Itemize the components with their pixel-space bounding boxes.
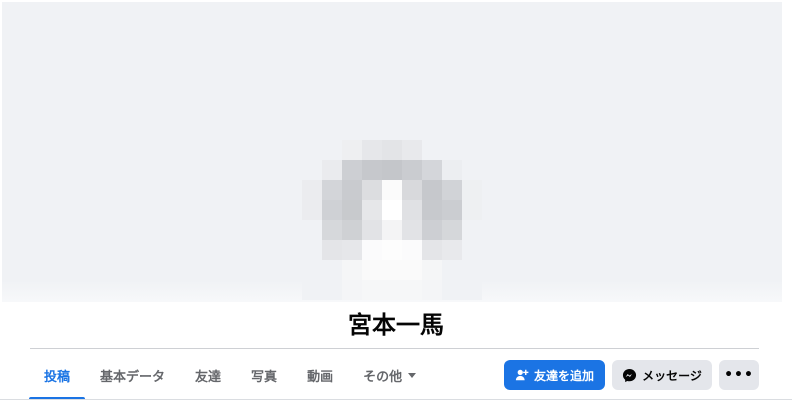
avatar-pixel [342,200,362,220]
avatar-pixel [322,200,342,220]
tab-label: その他 [363,369,403,385]
avatar-pixel [342,260,362,280]
ellipsis-icon: ••• [724,367,754,383]
tab-label: 友達 [195,369,222,385]
avatar-pixel [442,140,462,160]
avatar-pixel [422,260,442,280]
avatar-pixel [342,220,362,240]
avatar-pixel [462,240,482,260]
add-friend-label: 友達を追加 [533,368,594,383]
avatar-pixel [362,140,382,160]
avatar-pixel [422,160,442,180]
avatar-pixel [302,160,322,180]
avatar-pixel [342,240,362,260]
avatar-pixel [402,180,422,200]
avatar-pixel [322,280,342,300]
avatar-pixel [322,260,342,280]
avatar-pixel [302,140,322,160]
tab-about[interactable]: 基本データ [85,350,180,400]
divider [30,348,759,349]
avatar-pixel [362,280,382,300]
avatar-pixel [362,260,382,280]
avatar-pixel [402,140,422,160]
avatar-pixel [462,180,482,200]
avatar-pixel [342,140,362,160]
avatar-pixel [342,280,362,300]
avatar-pixel [462,220,482,240]
avatar-pixel [442,200,462,220]
avatar-pixel [422,220,442,240]
messenger-icon [622,368,637,383]
tab-videos[interactable]: 動画 [292,350,348,400]
avatar-pixel [302,200,322,220]
avatar-pixel [462,280,482,300]
avatar-pixel [442,260,462,280]
profile-tabs: 投稿 基本データ 友達 写真 動画 その他 [29,350,431,400]
avatar-pixel [362,200,382,220]
tab-more[interactable]: その他 [348,350,431,400]
tab-label: 基本データ [100,369,166,385]
avatar-pixel [402,200,422,220]
tab-friends[interactable]: 友達 [180,350,236,400]
tab-label: 写真 [251,369,278,385]
avatar-pixel [322,220,342,240]
avatar-pixel [462,140,482,160]
avatar-pixel [302,180,322,200]
avatar-pixel [342,160,362,180]
avatar-pixel [382,260,402,280]
profile-avatar[interactable] [302,140,482,300]
bottom-border [0,399,792,400]
avatar-pixel [442,220,462,240]
avatar-pixel [422,280,442,300]
avatar-pixel [322,240,342,260]
profile-name: 宮本一馬 [348,311,444,339]
avatar-pixel [362,160,382,180]
avatar-pixel [362,180,382,200]
tab-photos[interactable]: 写真 [236,350,292,400]
avatar-pixel [462,260,482,280]
avatar-pixel [322,160,342,180]
avatar-pixel [302,240,322,260]
avatar-pixel [442,240,462,260]
avatar-pixel [442,180,462,200]
avatar-pixel [442,280,462,300]
avatar-pixel [342,180,362,200]
avatar-pixel [302,280,322,300]
avatar-pixel [382,160,402,180]
tab-label: 投稿 [44,369,71,385]
avatar-pixel [302,260,322,280]
avatar-pixel [382,140,402,160]
avatar-pixel [362,240,382,260]
avatar-pixel [382,200,402,220]
avatar-pixel [382,180,402,200]
avatar-pixel [462,160,482,180]
message-button[interactable]: メッセージ [612,360,712,390]
avatar-pixel [422,140,442,160]
avatar-pixel [402,220,422,240]
avatar-pixel [322,180,342,200]
avatar-pixel [442,160,462,180]
avatar-pixel [402,240,422,260]
avatar-pixel [322,140,342,160]
more-options-button[interactable]: ••• [719,360,759,390]
message-label: メッセージ [642,368,702,383]
avatar-pixel [422,240,442,260]
avatar-pixel [382,240,402,260]
avatar-pixel [382,220,402,240]
avatar-pixel [422,180,442,200]
avatar-pixel [302,220,322,240]
avatar-pixel [402,260,422,280]
tab-posts[interactable]: 投稿 [29,350,86,400]
avatar-pixel [402,160,422,180]
caret-down-icon [408,372,417,378]
avatar-pixel [462,200,482,220]
person-plus-icon [515,368,529,382]
avatar-pixel [382,280,402,300]
add-friend-button[interactable]: 友達を追加 [504,360,605,390]
tab-label: 動画 [307,369,334,385]
avatar-pixel [422,200,442,220]
avatar-pixel [362,220,382,240]
avatar-pixel [402,280,422,300]
